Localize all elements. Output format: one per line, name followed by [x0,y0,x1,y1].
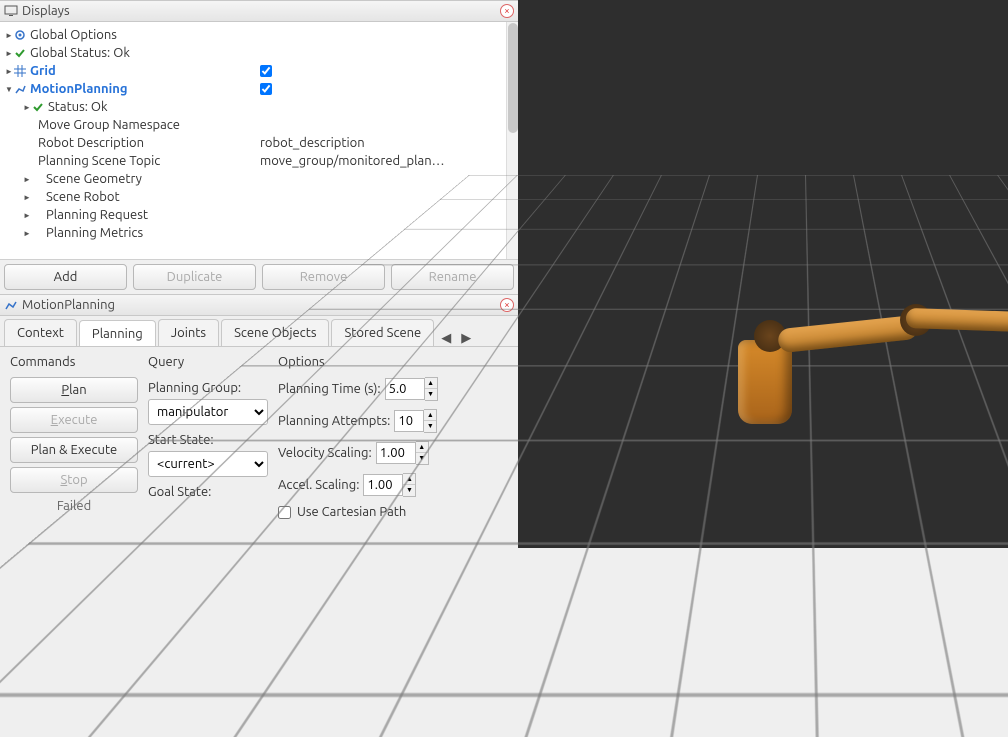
tree-item-motionplanning[interactable]: MotionPlanning [0,80,518,98]
displays-title: Displays [22,4,500,18]
tree-item-scene-geometry[interactable]: Scene Geometry [0,170,518,188]
expand-icon[interactable] [22,228,32,238]
displays-panel-header: Displays × [0,0,518,22]
check-ok-icon [32,101,44,113]
plan-and-execute-button[interactable]: Plan & Execute [10,437,138,463]
tree-item-status[interactable]: Status: Ok [0,98,518,116]
tree-label: MotionPlanning [30,82,128,96]
tree-label: Scene Robot [46,190,120,204]
scroll-thumb[interactable] [508,23,518,133]
tree-value: robot_description [260,136,365,150]
motionplanning-icon [4,299,18,311]
tree-label: Robot Description [38,136,144,150]
displays-close-button[interactable]: × [500,4,514,18]
tab-context[interactable]: Context [4,319,77,346]
tree-item-planning-scene-topic[interactable]: Planning Scene Topic move_group/monitore… [0,152,518,170]
grid-icon [14,65,26,77]
tab-joints[interactable]: Joints [158,319,219,346]
tree-label: Planning Metrics [46,226,143,240]
expand-icon[interactable] [22,192,32,202]
collapse-icon[interactable] [4,84,14,94]
tree-label: Global Status: Ok [30,46,130,60]
tree-item-global-status[interactable]: Global Status: Ok [0,44,518,62]
tree-label: Grid [30,64,56,78]
tree-value: move_group/monitored_plan… [260,154,445,168]
tree-item-grid[interactable]: Grid [0,62,518,80]
3d-viewport[interactable] [518,0,1008,548]
tab-planning[interactable]: Planning [79,320,156,346]
execute-button[interactable]: Execute [10,407,138,433]
tree-item-robot-description[interactable]: Robot Description robot_description [0,134,518,152]
duplicate-button[interactable]: Duplicate [133,264,256,290]
grid-enable-checkbox[interactable] [260,65,272,77]
tree-label: Global Options [30,28,117,42]
expand-icon[interactable] [22,174,32,184]
tree-label: Scene Geometry [46,172,142,186]
expand-icon[interactable] [4,48,14,58]
tree-label: Status: Ok [48,100,108,114]
expand-icon[interactable] [22,210,32,220]
gear-icon [14,29,26,41]
add-button[interactable]: Add [4,264,127,290]
expand-icon[interactable] [4,30,14,40]
motionplanning-enable-checkbox[interactable] [260,83,272,95]
tree-label: Planning Request [46,208,148,222]
motionplanning-icon [14,83,26,95]
tree-item-global-options[interactable]: Global Options [0,26,518,44]
tree-label: Move Group Namespace [38,118,180,132]
panel-monitor-icon [4,5,18,17]
expand-icon[interactable] [22,102,32,112]
expand-icon[interactable] [4,66,14,76]
commands-heading: Commands [10,355,138,369]
tree-label: Planning Scene Topic [38,154,160,168]
tree-item-move-group-ns[interactable]: Move Group Namespace [0,116,518,134]
check-ok-icon [14,47,26,59]
plan-button[interactable]: Plan [10,377,138,403]
